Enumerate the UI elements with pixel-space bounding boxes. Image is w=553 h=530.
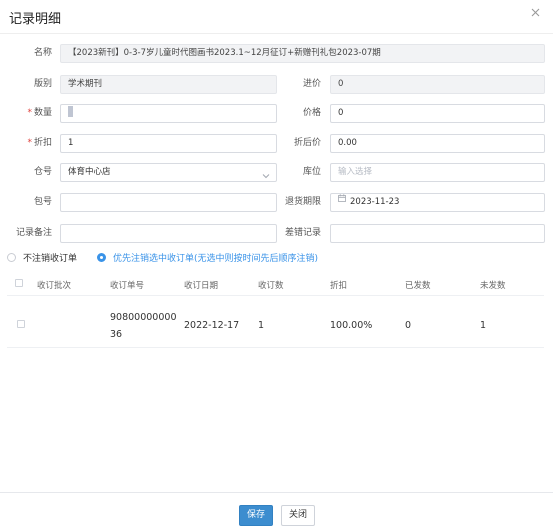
column-header: 已发数	[405, 281, 431, 291]
column-header: 未发数	[480, 281, 506, 291]
quantity-input[interactable]	[60, 104, 277, 123]
cell-unsent: 1	[480, 320, 487, 331]
category-field: 学术期刊	[60, 75, 277, 94]
cell-order-no-line2: 36	[110, 329, 123, 340]
discount-label: * 折扣	[18, 134, 52, 152]
location-input[interactable]: 输入选择	[330, 163, 545, 182]
dialog-footer: 保存 关闭	[0, 492, 553, 530]
radio-priority-cancel[interactable]: 优先注销选中收订单(无选中则按时间先后顺序注销)	[97, 252, 318, 266]
discount-input[interactable]: 1	[60, 134, 277, 153]
error-record-input[interactable]	[330, 224, 545, 243]
close-button[interactable]: 关闭	[281, 505, 315, 526]
package-no-label: 包号	[33, 197, 52, 207]
cell-discount: 100.00%	[330, 320, 373, 331]
column-header: 收订批次	[37, 281, 72, 291]
warehouse-value: 体育中心店	[68, 167, 111, 177]
warehouse-select[interactable]: 体育中心店	[60, 163, 277, 182]
select-all-checkbox[interactable]	[15, 279, 23, 287]
discount-label-text: 折扣	[33, 138, 52, 148]
record-note-label: 记录备注	[15, 228, 52, 238]
name-label: 名称	[33, 48, 52, 58]
cell-order-date: 2022-12-17	[184, 320, 240, 331]
column-header: 收订日期	[184, 281, 219, 291]
orders-table-header: 收订批次 收订单号 收订日期 收订数 折扣 已发数 未发数	[7, 274, 544, 296]
close-icon[interactable]	[531, 8, 541, 18]
text-cursor	[68, 106, 73, 117]
record-note-input[interactable]	[60, 224, 277, 243]
location-label: 库位	[302, 167, 321, 177]
purchase-price-label: 进价	[302, 79, 321, 89]
chevron-down-icon	[262, 169, 270, 181]
price-label: 价格	[302, 108, 321, 118]
radio-circle	[7, 253, 16, 262]
return-deadline-datepicker[interactable]: 2023-11-23	[330, 193, 545, 212]
return-deadline-label: 退货期限	[284, 197, 321, 207]
calendar-icon	[338, 194, 346, 209]
discounted-price-label: 折后价	[293, 138, 321, 148]
cell-sent: 0	[405, 320, 412, 331]
required-marker: *	[27, 108, 32, 118]
purchase-price-field: 0	[330, 75, 545, 94]
error-record-label: 差错记录	[284, 228, 321, 238]
column-header: 收订数	[258, 281, 284, 291]
cell-order-count: 1	[258, 320, 265, 331]
dialog-title: 记录明细	[9, 12, 62, 27]
cell-order-no-line1: 90800000000	[110, 312, 177, 323]
quantity-label: * 数量	[18, 104, 52, 122]
category-label: 版别	[33, 79, 52, 89]
quantity-label-text: 数量	[33, 108, 52, 118]
column-header: 收订单号	[110, 281, 145, 291]
row-checkbox[interactable]	[17, 320, 25, 328]
warehouse-label: 仓号	[33, 167, 52, 177]
discounted-price-input[interactable]: 0.00	[330, 134, 545, 153]
table-row[interactable]: 90800000000 36 2022-12-17 1 100.00% 0 1	[7, 296, 544, 348]
price-input[interactable]: 0	[330, 104, 545, 123]
return-deadline-value: 2023-11-23	[350, 197, 400, 207]
radio-no-cancel-label: 不注销收订单	[23, 254, 78, 264]
name-field: 【2023新刊】0-3-7岁儿童时代图画书2023.1~12月征订+新赠刊礼包2…	[60, 44, 545, 63]
dialog-header: 记录明细	[0, 0, 553, 34]
package-no-input[interactable]	[60, 193, 277, 212]
save-button[interactable]: 保存	[239, 505, 273, 526]
required-marker: *	[27, 138, 32, 148]
column-header: 折扣	[330, 281, 348, 291]
radio-no-cancel[interactable]: 不注销收订单	[7, 252, 77, 266]
radio-circle-selected	[97, 253, 106, 262]
radio-priority-cancel-label: 优先注销选中收订单(无选中则按时间先后顺序注销)	[113, 254, 319, 264]
